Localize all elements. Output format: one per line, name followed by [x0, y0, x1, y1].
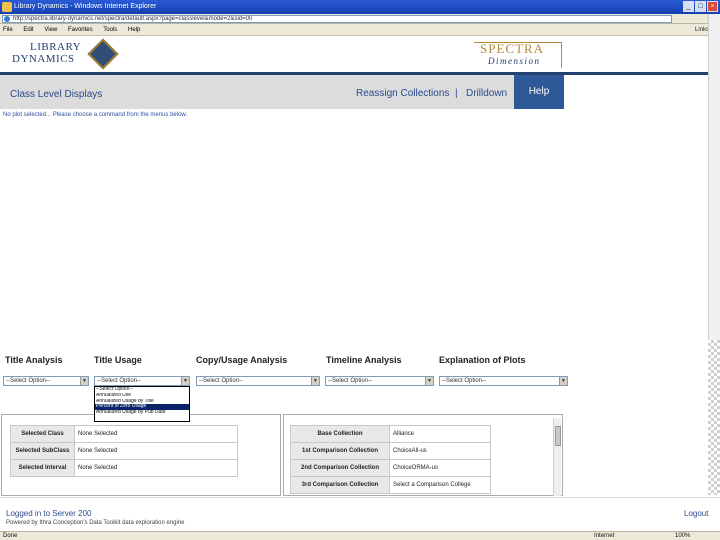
logged-in-status: Logged in to Server 200 — [6, 509, 92, 518]
selected-class-value: None Selected — [74, 425, 238, 443]
nav-separator: | — [455, 88, 458, 99]
copy-usage-analysis-select[interactable]: --Select Option-- ▼ — [196, 376, 320, 386]
selected-subclass-value: None Selected — [74, 442, 238, 460]
menu-bar: File Edit View Favorites Tools Help Link… — [0, 24, 720, 36]
menu-edit[interactable]: Edit — [23, 27, 33, 33]
chevron-down-icon: ▼ — [181, 377, 189, 385]
timeline-analysis-select[interactable]: --Select Option-- ▼ — [325, 376, 434, 386]
help-button[interactable]: Help — [514, 75, 564, 109]
table-row: 2nd Comparison Collection ChoiceORMA-us — [290, 459, 491, 477]
table-row: 1st Comparison Collection ChoiceAll-us — [290, 442, 491, 460]
title-usage-label: Title Usage — [94, 355, 142, 365]
menu-help[interactable]: Help — [128, 27, 140, 33]
timeline-analysis-label: Timeline Analysis — [326, 355, 402, 365]
chevron-down-icon: ▼ — [80, 377, 88, 385]
page-icon — [4, 16, 10, 22]
title-usage-select[interactable]: --Select Option-- ▼ — [94, 376, 190, 386]
menu-file[interactable]: File — [3, 27, 13, 33]
copy-usage-analysis-label: Copy/Usage Analysis — [196, 355, 288, 365]
second-comparison-label: 2nd Comparison Collection — [290, 459, 390, 477]
background-pattern — [708, 340, 720, 495]
security-zone: Internet — [594, 533, 615, 539]
chevron-down-icon: ▼ — [311, 377, 319, 385]
status-done: Done — [3, 533, 18, 539]
dimension-logo: Dimension — [488, 56, 541, 66]
menu-tools[interactable]: Tools — [103, 27, 117, 33]
diamond-logo-icon — [87, 38, 119, 70]
selected-subclass-label: Selected SubClass — [10, 442, 75, 460]
class-selection-table: Selected Class None Selected Selected Su… — [10, 425, 238, 477]
explanation-of-plots-select[interactable]: --Select Option-- ▼ — [439, 376, 568, 386]
collections-table: Base Collection Alliance 1st Comparison … — [290, 425, 491, 494]
address-input[interactable]: http://spectra.library-dynamics.net/spec… — [2, 15, 672, 23]
window-titlebar: Library Dynamics - Windows Internet Expl… — [0, 0, 720, 14]
chevron-down-icon: ▼ — [559, 377, 567, 385]
table-row: Selected SubClass None Selected — [10, 442, 238, 460]
table-row: 3rd Comparison Collection Select a Compa… — [290, 476, 491, 494]
table-row: Selected Interval None Selected — [10, 459, 238, 477]
first-comparison-label: 1st Comparison Collection — [290, 442, 390, 460]
library-dynamics-logo: LIBRARY DYNAMICS — [12, 38, 122, 70]
title-analysis-select[interactable]: --Select Option-- ▼ — [3, 376, 89, 386]
close-button[interactable]: × — [707, 1, 718, 12]
reassign-collections-link[interactable]: Reassign Collections — [356, 88, 449, 99]
maximize-button[interactable]: □ — [695, 1, 706, 12]
ie-app-icon — [2, 2, 12, 12]
status-bar: Done Internet 100% — [0, 531, 720, 540]
menu-favorites[interactable]: Favorites — [68, 27, 93, 33]
panel-scrollbar[interactable] — [553, 418, 561, 496]
selected-class-label: Selected Class — [10, 425, 75, 443]
address-bar: http://spectra.library-dynamics.net/spec… — [0, 14, 720, 24]
page-title: Class Level Displays — [10, 89, 103, 100]
table-row: Base Collection Alliance — [290, 425, 491, 443]
app-header: LIBRARY DYNAMICS — [0, 36, 720, 72]
second-comparison-value: ChoiceORMA-us — [389, 459, 491, 477]
title-usage-dropdown-list[interactable]: --Select Option-- Annualized Use Annuali… — [94, 386, 190, 422]
explanation-of-plots-label: Explanation of Plots — [439, 355, 526, 365]
base-collection-label: Base Collection — [290, 425, 390, 443]
minimize-button[interactable]: _ — [683, 1, 694, 12]
drilldown-link[interactable]: Drilldown — [466, 88, 507, 99]
page-scrollbar[interactable] — [708, 14, 720, 340]
spectra-logo: SPECTRA — [480, 41, 545, 56]
zoom-level[interactable]: 100% — [675, 532, 690, 540]
logout-link[interactable]: Logout — [684, 509, 708, 518]
menu-view[interactable]: View — [44, 27, 57, 33]
chevron-down-icon: ▼ — [425, 377, 433, 385]
first-comparison-value: ChoiceAll-us — [389, 442, 491, 460]
selected-interval-label: Selected Interval — [10, 459, 75, 477]
window-title: Library Dynamics - Windows Internet Expl… — [14, 3, 157, 10]
scrollbar-thumb[interactable] — [555, 426, 561, 446]
powered-by-text: Powered by Ithra Conception's Data Toolk… — [6, 520, 185, 526]
title-analysis-label: Title Analysis — [5, 355, 63, 365]
third-comparison-value[interactable]: Select a Comparison College — [389, 476, 491, 494]
dropdown-option[interactable]: Annualized Usage by Pub Date — [95, 410, 189, 416]
no-plot-message: No plot selected... Please choose a comm… — [3, 112, 188, 118]
base-collection-value: Alliance — [389, 425, 491, 443]
table-row: Selected Class None Selected — [10, 425, 238, 443]
third-comparison-label: 3rd Comparison Collection — [290, 476, 390, 494]
selected-interval-value: None Selected — [74, 459, 238, 477]
